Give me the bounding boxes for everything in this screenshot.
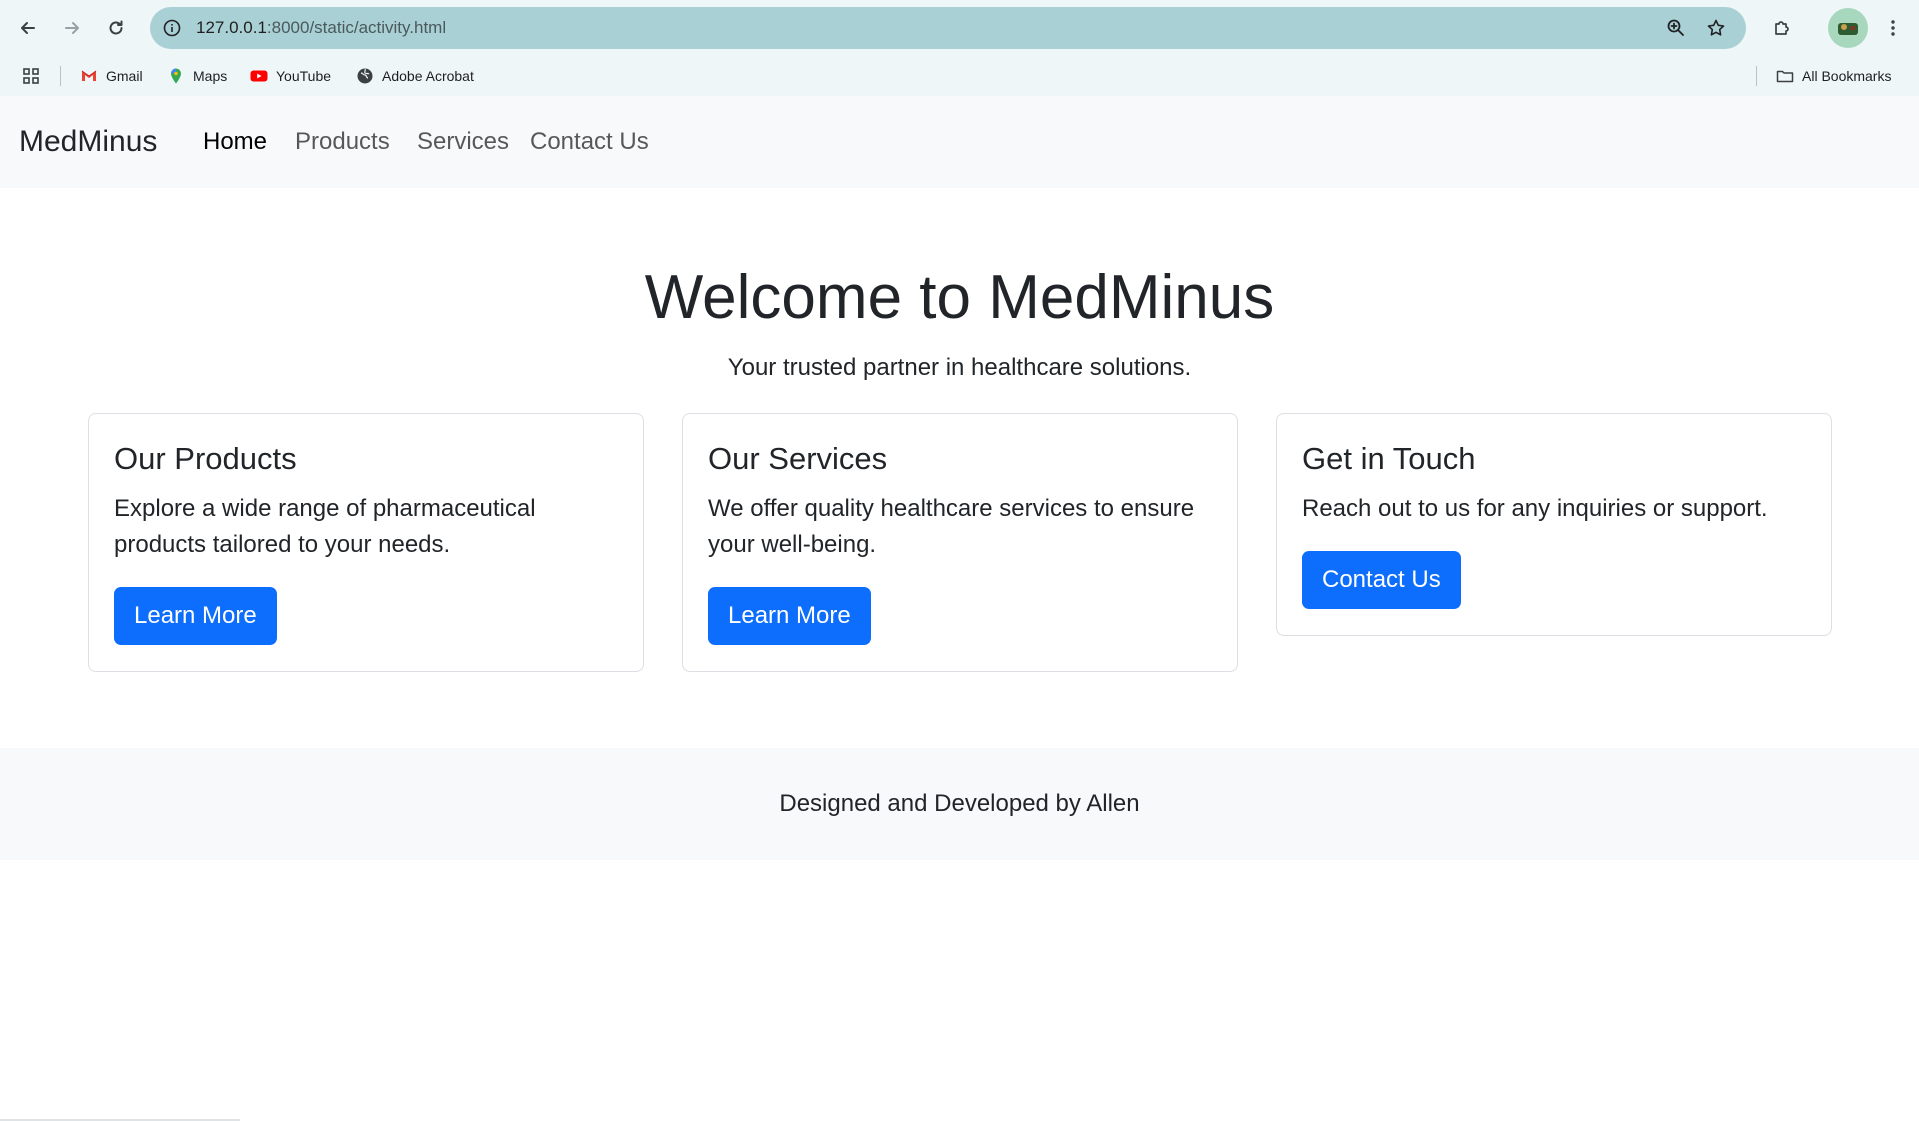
more-vert-icon <box>1891 20 1895 36</box>
card-get-in-touch: Get in Touch Reach out to us for any inq… <box>1276 413 1832 637</box>
bookmark-separator <box>60 66 61 86</box>
avatar-image-icon <box>1838 23 1858 35</box>
reload-icon <box>109 20 123 35</box>
card-text: Explore a wide range of pharmaceutical p… <box>114 495 536 559</box>
site-info-icon[interactable] <box>162 18 182 38</box>
nav-link-products[interactable]: Products <box>295 96 390 188</box>
bookmark-label: Adobe Acrobat <box>382 68 474 84</box>
nav-link-contact-us[interactable]: Contact Us <box>530 96 649 188</box>
bookmark-star-icon[interactable] <box>1706 18 1726 38</box>
address-bar[interactable]: 127.0.0.1:8000/static/activity.html <box>150 7 1746 49</box>
contact-us-button[interactable]: Contact Us <box>1302 551 1461 610</box>
hero-subtitle: Your trusted partner in healthcare solut… <box>727 354 1192 381</box>
url-host: 127.0.0.1 <box>196 18 267 37</box>
page-footer: Designed and Developed by Allen <box>0 748 1919 860</box>
card-text: Reach out to us for any inquiries or sup… <box>1302 495 1768 523</box>
reload-button[interactable] <box>100 12 132 44</box>
hero-title: Welcome to MedMinus <box>644 263 1275 332</box>
all-bookmarks-button[interactable]: All Bookmarks <box>1776 56 1891 96</box>
url-path: :8000/static/activity.html <box>266 18 447 37</box>
youtube-icon <box>250 70 268 82</box>
card-title: Our Services <box>708 441 888 476</box>
bookmark-youtube[interactable]: YouTube <box>250 56 331 96</box>
bookmark-label: Gmail <box>106 68 143 84</box>
apps-button[interactable] <box>22 56 48 96</box>
forward-arrow-icon <box>65 22 79 34</box>
gmail-icon <box>81 70 97 81</box>
bookmark-separator <box>1756 66 1757 86</box>
bookmark-label: Maps <box>193 68 228 84</box>
extensions-button[interactable] <box>1766 12 1798 44</box>
maps-icon <box>171 68 181 84</box>
browser-toolbar: 127.0.0.1:8000/static/activity.html <box>0 0 1919 56</box>
bookmarks-bar: Gmail Maps YouTube Adobe Acrobat All Boo… <box>0 56 1919 96</box>
bookmark-label: YouTube <box>276 68 332 84</box>
footer-credit: Designed and Developed by Allen <box>779 790 1140 817</box>
learn-more-products-button[interactable]: Learn More <box>114 587 277 646</box>
back-arrow-icon <box>21 22 35 34</box>
menu-button[interactable] <box>1877 12 1909 44</box>
card-title: Get in Touch <box>1302 441 1476 476</box>
bookmark-gmail[interactable]: Gmail <box>80 56 143 96</box>
forward-button[interactable] <box>56 12 88 44</box>
url-text[interactable]: 127.0.0.1:8000/static/activity.html <box>196 7 446 49</box>
bookmark-adobe-acrobat[interactable]: Adobe Acrobat <box>356 56 474 96</box>
nav-link-home[interactable]: Home <box>203 96 267 188</box>
learn-more-services-button[interactable]: Learn More <box>708 587 871 646</box>
profile-avatar[interactable] <box>1828 8 1868 48</box>
apps-grid-icon <box>23 68 39 84</box>
nav-link-services[interactable]: Services <box>417 96 509 188</box>
brand-logo-text[interactable]: MedMinus <box>19 96 157 188</box>
zoom-icon[interactable] <box>1666 18 1686 38</box>
card-services: Our Services We offer quality healthcare… <box>682 413 1238 673</box>
folder-icon <box>1776 70 1794 83</box>
card-title: Our Products <box>114 441 297 476</box>
all-bookmarks-label: All Bookmarks <box>1802 68 1892 84</box>
card-products: Our Products Explore a wide range of pha… <box>88 413 644 673</box>
site-navbar: MedMinus Home Products Services Contact … <box>0 96 1919 188</box>
card-text: We offer quality healthcare services to … <box>708 495 1195 559</box>
bookmark-maps[interactable]: Maps <box>167 56 227 96</box>
globe-icon <box>357 68 373 84</box>
back-button[interactable] <box>12 12 44 44</box>
puzzle-icon <box>1775 21 1789 35</box>
